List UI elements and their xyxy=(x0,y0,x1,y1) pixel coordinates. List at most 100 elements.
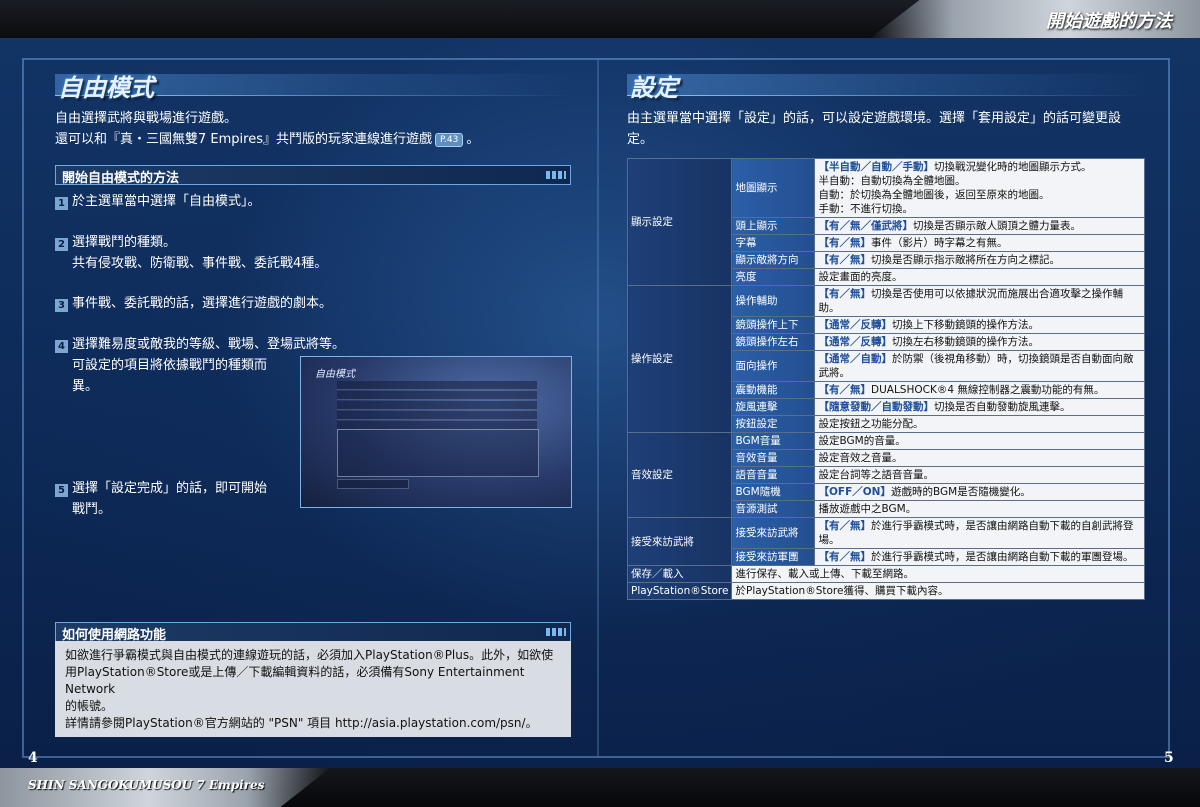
left-intro-end: 。 xyxy=(466,132,480,147)
settings-option: 【OFF／ON】 xyxy=(818,486,891,498)
sub-heading-free-mode: 開始自由模式的方法 xyxy=(55,165,571,186)
settings-desc-text: 切換是否自動發動旋風連擊。 xyxy=(933,401,1071,413)
settings-category: 操作設定 xyxy=(626,285,733,433)
step-4-detail-1: 可設定的項目將依據戰鬥的種類而 xyxy=(72,358,268,373)
settings-desc-text: 切換戰況變化時的地圖顯示方式。 xyxy=(933,161,1092,173)
settings-item-name: 字幕 xyxy=(731,234,816,252)
settings-item-desc: 【通常／自動】於防禦（後視角移動）時，切換鏡頭是否自動面向敵武將。 xyxy=(814,350,1145,382)
settings-item-desc: 【隨意發動／自動發動】切換是否自動發動旋風連擊。 xyxy=(814,398,1145,416)
step-4-detail-2: 異。 xyxy=(72,379,99,394)
settings-desc-text: 播放遊戲中之BGM。 xyxy=(818,503,917,515)
settings-option: 【有／無】 xyxy=(818,254,871,266)
step-2: 2 選擇戰鬥的種類。 xyxy=(55,232,176,253)
settings-desc-text: 設定台詞等之語音音量。 xyxy=(818,469,934,481)
settings-option: 【半自動／自動／手動】 xyxy=(818,161,934,173)
step-5: 5 選擇「設定完成」的話，即可開始 xyxy=(55,478,267,499)
settings-desc-text: 遊戲時的BGM是否隨機變化。 xyxy=(890,486,1031,498)
settings-category: PlayStation®Store xyxy=(626,582,733,600)
screenshot-title: 自由模式 xyxy=(315,369,355,380)
step-4: 4 選擇難易度或敵我的等級、戰場、登場武將等。 xyxy=(55,334,345,355)
settings-table: 顯示設定 地圖顯示 【半自動／自動／手動】切換戰況變化時的地圖顯示方式。 半自動：自動… xyxy=(626,158,1145,600)
network-line-4: 詳情請參閱PlayStation®官方網站的 "PSN" 項目 http://a… xyxy=(65,716,538,730)
settings-row: 顯示設定 地圖顯示 【半自動／自動／手動】切換戰況變化時的地圖顯示方式。 半自動：自動… xyxy=(626,158,1145,286)
settings-item-desc: 設定按鈕之功能分配。 xyxy=(814,415,1145,433)
settings-desc-text: 切換是否顯示敵人頭頂之體力量表。 xyxy=(912,220,1081,232)
settings-item-name: 音效音量 xyxy=(731,449,816,467)
settings-option: 【有／無】 xyxy=(818,551,871,563)
settings-desc-text: 設定按鈕之功能分配。 xyxy=(818,418,924,430)
settings-item-desc: 【有／無／僅武將】切換是否顯示敵人頭頂之體力量表。 xyxy=(814,217,1145,235)
settings-category: 保存／載入 xyxy=(626,565,733,583)
settings-item-name: BGM音量 xyxy=(731,432,816,450)
settings-option: 【隨意發動／自動發動】 xyxy=(818,401,934,413)
page-number-left: 4 xyxy=(28,750,38,766)
settings-option: 【通常／反轉】 xyxy=(818,319,892,331)
step-text: 事件戰、委託戰的話，選擇進行遊戲的劇本。 xyxy=(72,296,333,311)
network-line-3: 的帳號。 xyxy=(65,699,114,713)
settings-desc-extra: 自動：於切換為全體地圖後，返回至原來的地圖。 xyxy=(818,189,1050,201)
settings-item-name: 按鈕設定 xyxy=(731,415,816,433)
network-info-box: 如欲進行爭霸模式與自由模式的連線遊玩的話，必須加入PlayStation®Plu… xyxy=(55,641,571,737)
step-text: 選擇戰鬥的種類。 xyxy=(72,235,177,250)
settings-item-desc: 【OFF／ON】遊戲時的BGM是否隨機變化。 xyxy=(814,483,1145,501)
settings-option: 【通常／自動】 xyxy=(818,353,892,365)
settings-item-name: 震動機能 xyxy=(731,381,816,399)
settings-item-name: 接受來訪軍團 xyxy=(731,548,816,566)
settings-desc-extra: 半自動：自動切換為全體地圖。 xyxy=(818,175,966,187)
screenshot-done-button xyxy=(337,479,409,489)
settings-row: 保存／載入 進行保存、載入或上傳、下載至網路。 xyxy=(626,565,1145,583)
left-intro-line-2: 還可以和『真・三國無雙7 Empires』共鬥版的玩家連線進行遊戲 P.43。 xyxy=(55,129,479,150)
page-number-right: 5 xyxy=(1164,750,1174,766)
settings-desc-text: 切換上下移動鏡頭的操作方法。 xyxy=(891,319,1039,331)
settings-item-name: BGM隨機 xyxy=(731,483,816,501)
step-text: 選擇「設定完成」的話，即可開始 xyxy=(72,481,268,496)
left-intro-text: 還可以和『真・三國無雙7 Empires』共鬥版的玩家連線進行遊戲 xyxy=(55,132,432,147)
settings-item-name: 語音音量 xyxy=(731,466,816,484)
settings-item-name: 顯示敵將方向 xyxy=(731,251,816,269)
settings-item-name: 操作輔助 xyxy=(731,285,816,317)
settings-item-name: 鏡頭操作上下 xyxy=(731,316,816,334)
settings-item-name: 接受來訪武將 xyxy=(731,517,816,549)
settings-desc-text: 切換是否顯示指示敵將所在方向之標記。 xyxy=(870,254,1060,266)
settings-item-desc: 【有／無】DUALSHOCK®4 無線控制器之震動功能的有無。 xyxy=(814,381,1145,399)
step-number: 4 xyxy=(55,340,68,353)
settings-option: 【有／無／僅武將】 xyxy=(818,220,913,232)
settings-option: 【有／無】 xyxy=(818,384,871,396)
settings-item-desc: 【通常／反轉】切換上下移動鏡頭的操作方法。 xyxy=(814,316,1145,334)
settings-item-desc: 【半自動／自動／手動】切換戰況變化時的地圖顯示方式。半自動：自動切換為全體地圖。… xyxy=(814,158,1145,218)
page-ref-badge[interactable]: P.43 xyxy=(434,132,464,147)
settings-row: 音效設定 BGM音量 設定BGM的音量。 xyxy=(626,432,1145,518)
bottom-bar: SHIN SANGOKUMUSOU 7 Empires xyxy=(0,768,1200,807)
top-bar: 開始遊戲的方法 xyxy=(0,0,1200,38)
right-title-underline xyxy=(627,74,1147,96)
step-number: 3 xyxy=(55,299,68,312)
screenshot-panel xyxy=(337,429,539,477)
settings-item-desc: 【有／無】切換是否使用可以依據狀況而施展出合適攻擊之操作輔助。 xyxy=(814,285,1145,317)
step-number: 5 xyxy=(55,484,68,497)
settings-item-desc: 進行保存、載入或上傳、下載至網路。 xyxy=(731,565,1145,583)
settings-item-desc: 設定音效之音量。 xyxy=(814,449,1145,467)
step-number: 2 xyxy=(55,238,68,251)
settings-desc-text: DUALSHOCK®4 無線控制器之震動功能的有無。 xyxy=(870,384,1105,396)
step-1: 1 於主選單當中選擇「自由模式」。 xyxy=(55,191,261,212)
network-line-2: 用PlayStation®Store或是上傳／下載編輯資料的話，必須備有Sony… xyxy=(65,665,525,696)
settings-row: 接受來訪武將 接受來訪武將 【有／無】於進行爭霸模式時，是否讓由網路自動下載的自創武… xyxy=(626,517,1145,566)
settings-desc-text: 設定BGM的音量。 xyxy=(818,435,906,447)
free-mode-screenshot: 自由模式 xyxy=(300,356,572,508)
settings-item-desc: 於PlayStation®Store獲得、購買下載內容。 xyxy=(731,582,1145,600)
settings-item-desc: 【有／無】切換是否顯示指示敵將所在方向之標記。 xyxy=(814,251,1145,269)
settings-item-name: 音源測試 xyxy=(731,500,816,518)
settings-desc-text: 設定音效之音量。 xyxy=(818,452,903,464)
sub-heading-text: 開始自由模式的方法 xyxy=(62,171,180,186)
settings-item-desc: 【有／無】事件（影片）時字幕之有無。 xyxy=(814,234,1145,252)
settings-item-name: 鏡頭操作左右 xyxy=(731,333,816,351)
step-2-detail: 共有侵攻戰、防衛戰、事件戰、委託戰4種。 xyxy=(72,256,328,271)
settings-item-desc: 設定BGM的音量。 xyxy=(814,432,1145,450)
settings-desc-text: 設定畫面的亮度。 xyxy=(818,271,903,283)
settings-option: 【通常／反轉】 xyxy=(818,336,892,348)
settings-desc-text: 於進行爭霸模式時，是否讓由網路自動下載的軍團登場。 xyxy=(870,551,1134,563)
settings-item-name: 面向操作 xyxy=(731,350,816,382)
header-title: 開始遊戲的方法 xyxy=(1046,11,1172,32)
step-5-detail: 戰鬥。 xyxy=(72,502,112,517)
page-divider xyxy=(597,60,599,756)
